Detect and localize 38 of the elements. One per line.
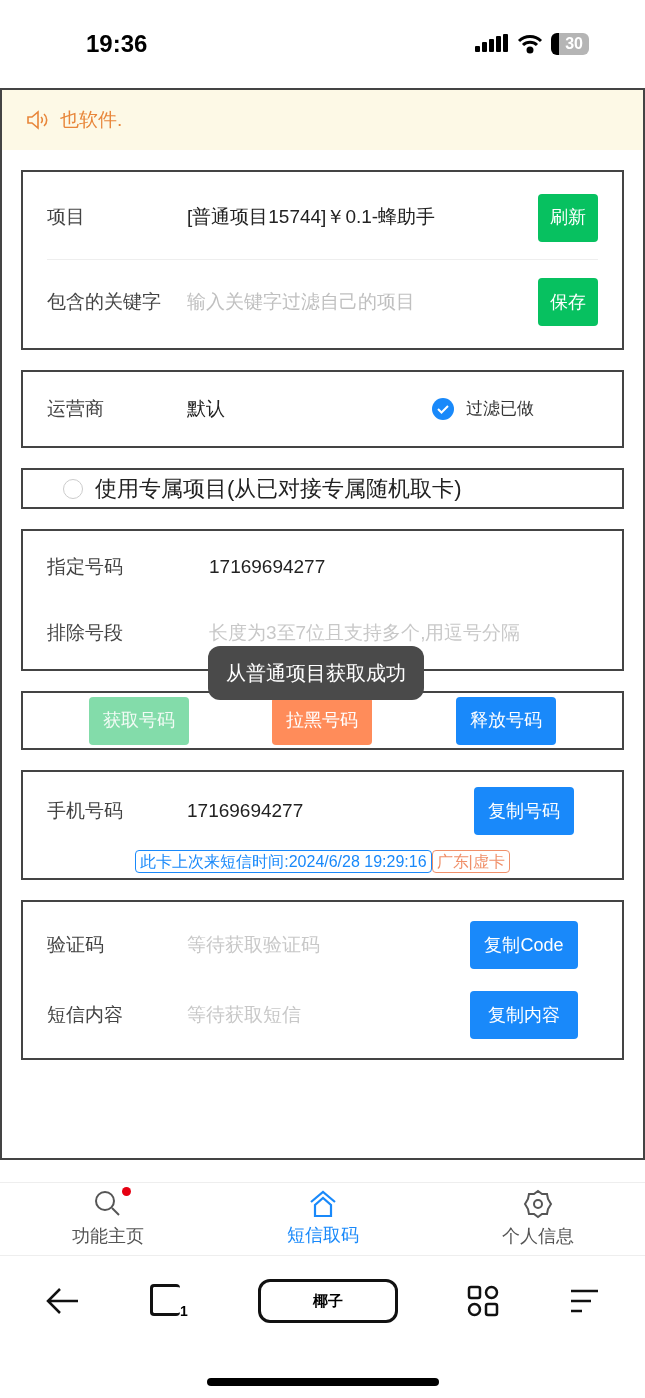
address-bar[interactable]: 椰子 [257, 1279, 398, 1323]
action-button[interactable]: 释放号码 [456, 696, 557, 745]
tab-item[interactable]: 个人信息 [430, 1183, 645, 1255]
field-value: [普通项目15744]￥0.1-蜂助手 [187, 205, 437, 230]
field-value: 17169694277 [187, 798, 305, 823]
action-button[interactable]: 刷新 [538, 193, 598, 242]
copy-button[interactable]: 复制号码 [474, 787, 574, 835]
speaker-icon [26, 109, 48, 131]
copy-button[interactable]: 复制内容 [470, 991, 578, 1039]
field-label: 包含的关键字 [47, 289, 162, 314]
signal-icon [475, 34, 510, 54]
clock: 19:36 [86, 29, 148, 59]
action-button[interactable]: 保存 [538, 278, 598, 326]
info-tag: 广东|虚卡 [431, 850, 510, 873]
apps-icon[interactable] [467, 1285, 500, 1317]
settings-icon [522, 1188, 553, 1219]
field-label: 排除号段 [47, 620, 124, 645]
field-value: 17169694277 [209, 554, 326, 579]
toast: 从普通项目获取成功 [208, 646, 424, 700]
tab-item[interactable]: 短信取码 [215, 1183, 430, 1255]
battery-indicator: 30 [551, 33, 589, 55]
input-field[interactable]: 输入关键字过滤自己的项目 [187, 287, 538, 317]
field-label: 指定号码 [47, 554, 124, 579]
field-label: 手机号码 [47, 798, 124, 823]
info-tag: 此卡上次来短信时间:2024/6/28 19:29:16 [135, 850, 432, 873]
wifi-icon [517, 34, 544, 54]
exclusive-radio[interactable]: 使用专属项目(从已对接专属随机取卡) [21, 468, 624, 509]
menu-icon[interactable] [569, 1288, 599, 1314]
back-icon[interactable] [46, 1287, 80, 1315]
filter-checkbox[interactable]: 过滤已做 [432, 396, 534, 422]
copy-button[interactable]: 复制Code [470, 921, 578, 969]
field-value: 默认 [187, 396, 226, 421]
field-label: 验证码 [47, 932, 105, 957]
field-label: 短信内容 [47, 1002, 124, 1027]
field-label: 运营商 [47, 396, 105, 421]
field-label: 项目 [47, 205, 86, 230]
notice-text: 也软件. [60, 107, 123, 132]
tab-item[interactable]: 功能主页 [0, 1183, 215, 1255]
